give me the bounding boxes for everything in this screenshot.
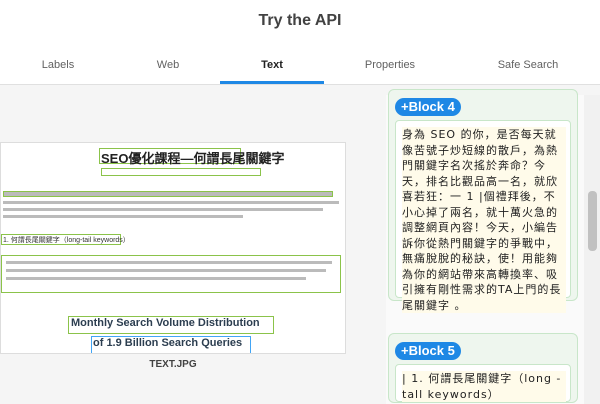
analyzed-image: SEO優化課程—何謂長尾關鍵字 1. 何謂長尾關鍵字（long-tail key…	[0, 142, 346, 354]
tab-properties[interactable]: Properties	[324, 56, 456, 84]
block-label[interactable]: +Block 5	[395, 342, 461, 360]
block-label[interactable]: +Block 4	[395, 98, 461, 116]
text-block-card[interactable]: +Block 4 身為 SEO 的你，是否每天就像苦號子炒短線的散戶，為熱門關鍵…	[388, 89, 578, 313]
scrollbar-thumb[interactable]	[588, 191, 597, 251]
chart-title-line1: Monthly Search Volume Distribution	[71, 317, 260, 329]
tab-bar: Labels Web Text Properties Safe Search	[0, 56, 600, 84]
image-caption: TEXT.JPG	[149, 359, 197, 370]
image-section: 1. 何謂長尾關鍵字（long-tail keywords）	[3, 237, 130, 244]
chart-title-line2: of 1.9 Billion Search Queries	[93, 337, 243, 349]
scrollbar[interactable]	[584, 95, 600, 404]
tab-text[interactable]: Text	[220, 56, 324, 84]
text-block-card[interactable]: +Block 5 | 1. 何謂長尾關鍵字（long - tall keywor…	[388, 333, 578, 403]
tab-safe-search[interactable]: Safe Search	[456, 56, 600, 84]
block-text: 身為 SEO 的你，是否每天就像苦號子炒短線的散戶，為熱門關鍵字名次搖於奔命？今…	[402, 127, 566, 313]
tab-labels[interactable]: Labels	[0, 56, 116, 84]
results-area: SEO優化課程—何謂長尾關鍵字 1. 何謂長尾關鍵字（long-tail key…	[0, 85, 600, 404]
page-title: Try the API	[258, 12, 342, 29]
tab-web[interactable]: Web	[116, 56, 220, 84]
block-text: | 1. 何謂長尾關鍵字（long - tall keywords）	[402, 371, 566, 402]
image-heading: SEO優化課程—何謂長尾關鍵字	[101, 151, 285, 166]
